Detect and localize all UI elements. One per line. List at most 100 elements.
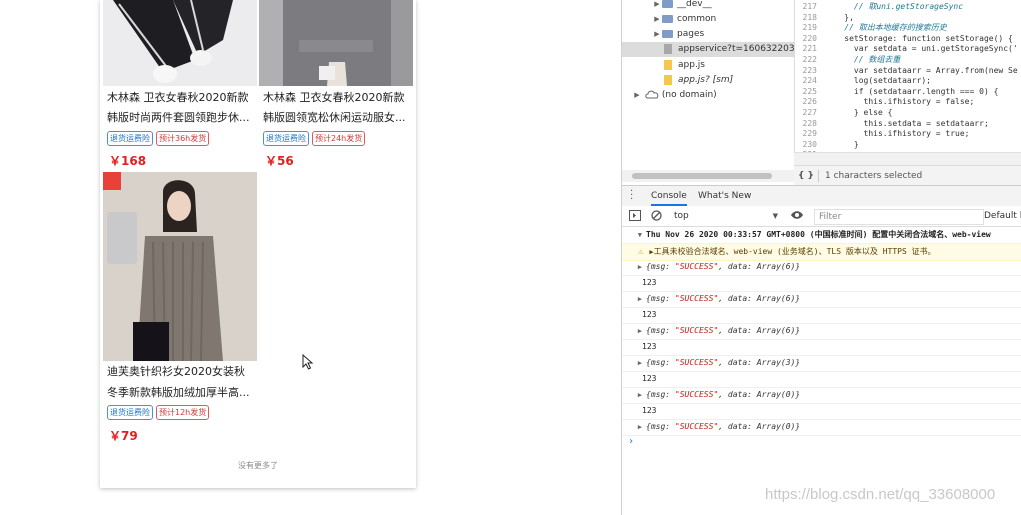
tree-horizontal-scrollbar[interactable] (622, 170, 794, 182)
tree-item-dev[interactable]: ▶ __dev__ (622, 0, 794, 12)
dropdown-arrow-icon: ▼ (772, 212, 778, 220)
log-object[interactable]: ▶ {msg: "SUCCESS", data: Array(6)} (622, 259, 1021, 276)
product-title[interactable]: 木林森 卫衣女春秋2020新款 (263, 87, 411, 108)
code-line: 220 setStorage: function setStorage() { (802, 33, 1013, 43)
console-prompt[interactable]: › (622, 434, 1021, 450)
folder-icon (662, 14, 673, 23)
selection-status: 1 characters selected (825, 171, 923, 181)
console-toolbar: top▼ Filter Default le (622, 206, 1021, 227)
code-line: 221 var setdata = uni.getStorageSync(' (802, 44, 1018, 54)
log-number: 123 (622, 403, 1021, 420)
context-selector[interactable]: top ▼ (674, 209, 780, 223)
js-file-icon (664, 59, 672, 70)
product-subtitle[interactable]: 冬季新款韩版加绒加厚半高... (107, 382, 255, 403)
sources-file-tree: ▶ __dev__ ▶ common ▶ pages appservice?t=160… (622, 0, 794, 182)
log-levels-dropdown[interactable]: Default le (984, 209, 1021, 223)
folder-icon (662, 0, 673, 8)
more-menu-icon[interactable]: · · · (630, 187, 633, 205)
log-object[interactable]: ▶ {msg: "SUCCESS", data: Array(3)} (622, 355, 1021, 372)
tag-shipping: 预计36h发货 (156, 131, 210, 146)
file-icon (664, 43, 672, 54)
tag-shipping: 预计24h发货 (312, 131, 366, 146)
tree-item-pages[interactable]: ▶ pages (622, 27, 794, 42)
console-filter-input[interactable]: Filter (814, 209, 984, 225)
devtools-panel: ▶ __dev__ ▶ common ▶ pages appservice?t=160… (621, 0, 1021, 515)
pretty-print-icon[interactable]: { } (794, 166, 818, 186)
tag-shipping: 预计12h发货 (156, 405, 210, 420)
warning-icon: ⚠ (638, 247, 644, 257)
log-number: 123 (622, 275, 1021, 292)
product-price: ￥168 (109, 154, 147, 168)
log-object[interactable]: ▶ {msg: "SUCCESS", data: Array(6)} (622, 323, 1021, 340)
log-number: 123 (622, 371, 1021, 388)
code-line: 223 var setdataarr = Array.from(new Se (802, 65, 1018, 75)
editor-status-bar: { } 1 characters selected (794, 165, 1021, 186)
product-image[interactable] (259, 0, 413, 86)
prompt-chevron-icon: › (628, 436, 635, 447)
tag-return-insurance: 退货运费险 (107, 405, 153, 420)
expand-arrow-icon[interactable]: ▶ (622, 419, 646, 435)
log-object[interactable]: ▶ {msg: "SUCCESS", data: Array(0)} (622, 387, 1021, 404)
code-line: 226 this.ifhistory = false; (802, 97, 975, 107)
product-image[interactable] (103, 0, 257, 86)
expand-arrow-icon[interactable]: ▶ (632, 88, 642, 103)
editor-horizontal-scrollbar[interactable] (794, 152, 1021, 165)
expand-arrow-icon[interactable]: ▶ (652, 0, 662, 12)
log-number: 123 (622, 307, 1021, 324)
drawer-tabbar: · · · Console What's New (622, 185, 1021, 207)
code-line: 229 this.ifhistory = true; (802, 129, 970, 139)
expand-arrow-icon[interactable]: ▶ (622, 355, 646, 371)
product-subtitle[interactable]: 韩版圆领宽松休闲运动服女... (263, 107, 411, 128)
collapse-arrow-icon[interactable]: ▼ (622, 227, 646, 243)
product-subtitle[interactable]: 韩版时尚两件套圆领跑步休... (107, 107, 255, 128)
product-card[interactable]: 木林森 卫衣女春秋2020新款 韩版圆领宽松休闲运动服女... 退货运费险 预计… (259, 0, 413, 170)
mobile-simulator: 木林森 卫衣女春秋2020新款 韩版时尚两件套圆领跑步休... 退货运费险 预计… (100, 0, 416, 488)
expand-arrow-icon[interactable]: ▶ (622, 323, 646, 339)
code-line: 222 // 数组去重 (802, 55, 901, 64)
code-line: 224 log(setdataarr); (802, 76, 931, 86)
tag-return-insurance: 退货运费险 (107, 131, 153, 146)
code-line: 228 this.setdata = setdataarr; (802, 118, 989, 128)
log-object[interactable]: ▶ {msg: "SUCCESS", data: Array(6)} (622, 291, 1021, 308)
product-title[interactable]: 迪芙奥针织衫女2020女装秋 (107, 361, 255, 382)
tree-item-app-js[interactable]: app.js (622, 58, 794, 73)
watermark-text: https://blog.csdn.net/qq_33608000 (765, 486, 996, 503)
tree-item-no-domain[interactable]: ▶ (no domain) (622, 88, 794, 103)
product-price: ￥56 (265, 154, 294, 168)
tab-console[interactable]: Console (651, 186, 687, 206)
tree-item-appservice[interactable]: appservice?t=160632203133 (622, 42, 794, 57)
js-file-icon (664, 74, 672, 85)
expand-arrow-icon[interactable]: ▶ (622, 291, 646, 307)
code-line: 225 if (setdataarr.length === 0) { (802, 86, 999, 96)
product-card[interactable]: 迪芙奥针织衫女2020女装秋 冬季新款韩版加绒加厚半高... 退货运费险 预计1… (103, 172, 257, 444)
tree-item-app-js-sm[interactable]: app.js? [sm] (622, 73, 794, 88)
product-price: ￥79 (109, 429, 138, 443)
code-line: 218 }, (802, 12, 854, 22)
cloud-icon (645, 90, 659, 99)
expand-arrow-icon[interactable]: ▶ (622, 387, 646, 403)
product-image[interactable] (103, 172, 257, 361)
code-line: 219 // 取出本地缓存的搜索历史 (802, 23, 947, 33)
folder-icon (662, 29, 673, 38)
tag-return-insurance: 退货运费险 (263, 131, 309, 146)
tab-whats-new[interactable]: What's New (698, 186, 751, 206)
no-more-text: 没有更多了 (238, 461, 278, 470)
expand-arrow-icon[interactable]: ▶ (652, 12, 662, 27)
expand-arrow-icon[interactable]: ▶ (652, 27, 662, 42)
separator (818, 169, 819, 182)
mouse-cursor-icon (302, 354, 314, 370)
eye-icon[interactable] (790, 210, 804, 220)
toggle-sidebar-icon[interactable] (629, 210, 641, 221)
console-output[interactable]: ▼ Thu Nov 26 2020 00:33:57 GMT+0800 (中国标准… (622, 227, 1021, 515)
product-title[interactable]: 木林森 卫衣女春秋2020新款 (107, 87, 255, 108)
tree-item-common[interactable]: ▶ common (622, 12, 794, 27)
code-editor[interactable]: 217 // 取uni.getStorageSync 218 }, 219 //… (794, 0, 1021, 164)
product-card[interactable]: 木林森 卫衣女春秋2020新款 韩版时尚两件套圆领跑步休... 退货运费险 预计… (103, 0, 257, 170)
clear-console-icon[interactable] (651, 210, 662, 221)
code-line: 217 // 取uni.getStorageSync (802, 2, 964, 11)
code-line: 227 } else { (802, 108, 893, 117)
log-group-header[interactable]: ▼ Thu Nov 26 2020 00:33:57 GMT+0800 (中国标准… (622, 227, 1021, 244)
log-number: 123 (622, 339, 1021, 356)
scrollbar-thumb[interactable] (632, 173, 772, 179)
expand-arrow-icon[interactable]: ▶ (622, 259, 646, 275)
